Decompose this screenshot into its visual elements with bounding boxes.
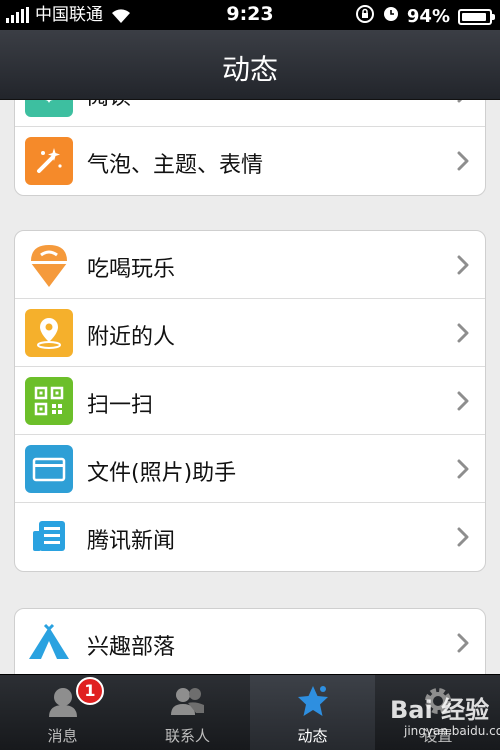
location-pin-icon <box>25 309 73 357</box>
tab-messages[interactable]: 1 消息 <box>0 675 125 750</box>
magic-wand-icon <box>25 137 73 185</box>
news-icon <box>25 513 73 561</box>
contacts-icon <box>170 688 204 715</box>
menu-item-label: 扫一扫 <box>87 393 154 418</box>
tab-label: 消息 <box>47 727 78 745</box>
menu-item-bubbles-themes-emoji[interactable]: 气泡、主题、表情 <box>15 127 485 195</box>
tab-label: 联系人 <box>164 727 210 745</box>
menu-group-3: 兴趣部落 <box>14 608 486 674</box>
chevron-right-icon <box>457 151 469 171</box>
menu-group-1: 阅读 气泡、主题、表情 <box>14 100 486 196</box>
battery-icon <box>458 8 495 25</box>
menu-item-label: 兴趣部落 <box>87 635 176 660</box>
menu-item-scan[interactable]: 扫一扫 <box>15 367 485 435</box>
folder-icon <box>25 445 73 493</box>
menu-group-2: 吃喝玩乐 附近的人 扫一扫 文件(照片)助手 腾讯新闻 <box>14 230 486 572</box>
battery-fill <box>462 12 487 21</box>
menu-item-file-assistant[interactable]: 文件(照片)助手 <box>15 435 485 503</box>
chevron-right-icon <box>457 391 469 411</box>
menu-item-label: 阅读 <box>87 100 131 111</box>
ice-cream-icon <box>25 241 73 289</box>
page-title: 动态 <box>221 53 278 86</box>
menu-item-label: 吃喝玩乐 <box>87 257 176 282</box>
chevron-right-icon <box>457 323 469 343</box>
chevron-right-icon <box>457 459 469 479</box>
reading-icon <box>25 100 73 117</box>
tab-contacts[interactable]: 联系人 <box>125 675 250 750</box>
tab-label: 动态 <box>297 727 328 745</box>
feature-list[interactable]: 阅读 气泡、主题、表情 吃喝玩乐 附近的人 <box>0 100 500 674</box>
menu-item-label: 腾讯新闻 <box>87 529 176 554</box>
nav-bar: 动态 <box>0 30 500 100</box>
unread-badge: 1 <box>76 677 104 705</box>
qr-code-icon <box>25 377 73 425</box>
chevron-right-icon <box>457 633 469 653</box>
watermark-sub: jingyan.baidu.com <box>404 724 500 738</box>
menu-item-tencent-news[interactable]: 腾讯新闻 <box>15 503 485 571</box>
star-icon <box>297 686 328 716</box>
battery-percent: 94% <box>406 6 450 27</box>
tab-feeds[interactable]: 动态 <box>250 675 375 750</box>
menu-item-interest-tribe[interactable]: 兴趣部落 <box>15 609 485 674</box>
chevron-right-icon <box>457 255 469 275</box>
menu-item-label: 气泡、主题、表情 <box>87 153 264 178</box>
menu-item-food-fun[interactable]: 吃喝玩乐 <box>15 231 485 299</box>
rotation-lock-icon <box>355 4 375 29</box>
chevron-right-icon <box>457 527 469 547</box>
baidu-jingyan-watermark: Bai 经验 jingyan.baidu.com <box>376 684 500 748</box>
tribe-tent-icon <box>25 619 73 667</box>
menu-item-label: 文件(照片)助手 <box>87 461 237 486</box>
chevron-right-icon <box>457 100 463 103</box>
menu-item-reading[interactable]: 阅读 <box>15 100 485 127</box>
menu-item-people-nearby[interactable]: 附近的人 <box>15 299 485 367</box>
alarm-icon <box>383 6 399 27</box>
menu-item-label: 附近的人 <box>87 325 176 350</box>
status-bar: 中国联通 9:23 94% <box>0 0 500 30</box>
watermark-main: Bai 经验 <box>390 696 490 724</box>
